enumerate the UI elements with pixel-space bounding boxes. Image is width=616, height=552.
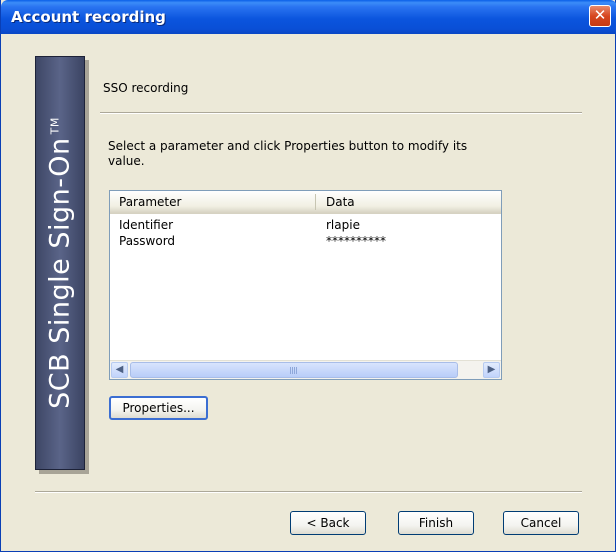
account-recording-window: Account recording ✕ SCB Single Sign-On TM…	[0, 0, 616, 552]
row-parameter: Password	[119, 234, 176, 248]
scroll-left-button[interactable]: ◀	[111, 362, 128, 378]
row-data: **********	[326, 234, 386, 248]
section-label: SSO recording	[103, 81, 189, 95]
title-bar[interactable]: Account recording ✕	[1, 0, 616, 34]
close-button[interactable]: ✕	[589, 5, 611, 27]
list-row[interactable]: Password **********	[110, 234, 501, 250]
instructions-text: Select a parameter and click Properties …	[108, 139, 468, 168]
column-divider[interactable]	[315, 194, 316, 210]
back-button[interactable]: < Back	[290, 511, 366, 535]
list-rows: Identifier rlapie Password **********	[110, 218, 501, 250]
column-header-data[interactable]: Data	[326, 195, 355, 209]
banner-title: SCB Single Sign-On	[44, 137, 76, 409]
grip-icon	[290, 367, 298, 374]
horizontal-scrollbar[interactable]: ◀ ▶	[110, 360, 501, 379]
cancel-button[interactable]: Cancel	[503, 511, 579, 535]
close-icon: ✕	[593, 6, 607, 24]
parameter-list[interactable]: Parameter Data Identifier rlapie Passwor…	[109, 190, 502, 380]
finish-button[interactable]: Finish	[398, 511, 474, 535]
row-parameter: Identifier	[119, 218, 174, 232]
sso-banner: SCB Single Sign-On TM	[35, 56, 85, 470]
arrow-right-icon: ▶	[487, 364, 496, 375]
row-data: rlapie	[326, 218, 360, 232]
header-divider	[100, 112, 582, 114]
arrow-left-icon: ◀	[115, 364, 124, 375]
properties-button[interactable]: Properties...	[109, 396, 208, 420]
footer-divider	[35, 491, 582, 493]
scrollbar-thumb[interactable]	[130, 362, 458, 378]
scroll-right-button[interactable]: ▶	[483, 362, 500, 378]
trademark-mark: TM	[48, 117, 62, 135]
list-header: Parameter Data	[110, 191, 501, 214]
banner-text: SCB Single Sign-On TM	[45, 117, 76, 409]
column-header-parameter[interactable]: Parameter	[119, 195, 181, 209]
list-row[interactable]: Identifier rlapie	[110, 218, 501, 234]
window-title: Account recording	[11, 8, 166, 26]
